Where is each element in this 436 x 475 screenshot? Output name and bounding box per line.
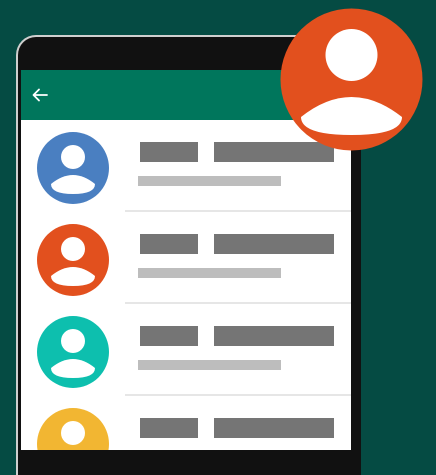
person-icon bbox=[37, 224, 109, 296]
person-icon bbox=[37, 316, 109, 388]
back-arrow-icon[interactable] bbox=[31, 86, 49, 104]
contact-name-placeholder bbox=[214, 234, 334, 254]
person-icon bbox=[37, 132, 109, 204]
contact-name-placeholder bbox=[140, 234, 198, 254]
contact-name-placeholder bbox=[140, 418, 198, 438]
contact-subtitle-placeholder bbox=[138, 268, 281, 278]
contact-name-placeholder bbox=[140, 326, 198, 346]
contact-list-item[interactable] bbox=[21, 212, 351, 304]
contact-subtitle-placeholder bbox=[138, 176, 281, 186]
profile-person-icon bbox=[280, 8, 423, 151]
contact-name-placeholder bbox=[214, 326, 334, 346]
contact-subtitle-placeholder bbox=[138, 360, 281, 370]
contact-list-item[interactable] bbox=[21, 304, 351, 396]
contact-name-placeholder bbox=[140, 142, 198, 162]
contact-name-placeholder bbox=[214, 418, 334, 438]
contact-list-item[interactable] bbox=[21, 396, 351, 450]
